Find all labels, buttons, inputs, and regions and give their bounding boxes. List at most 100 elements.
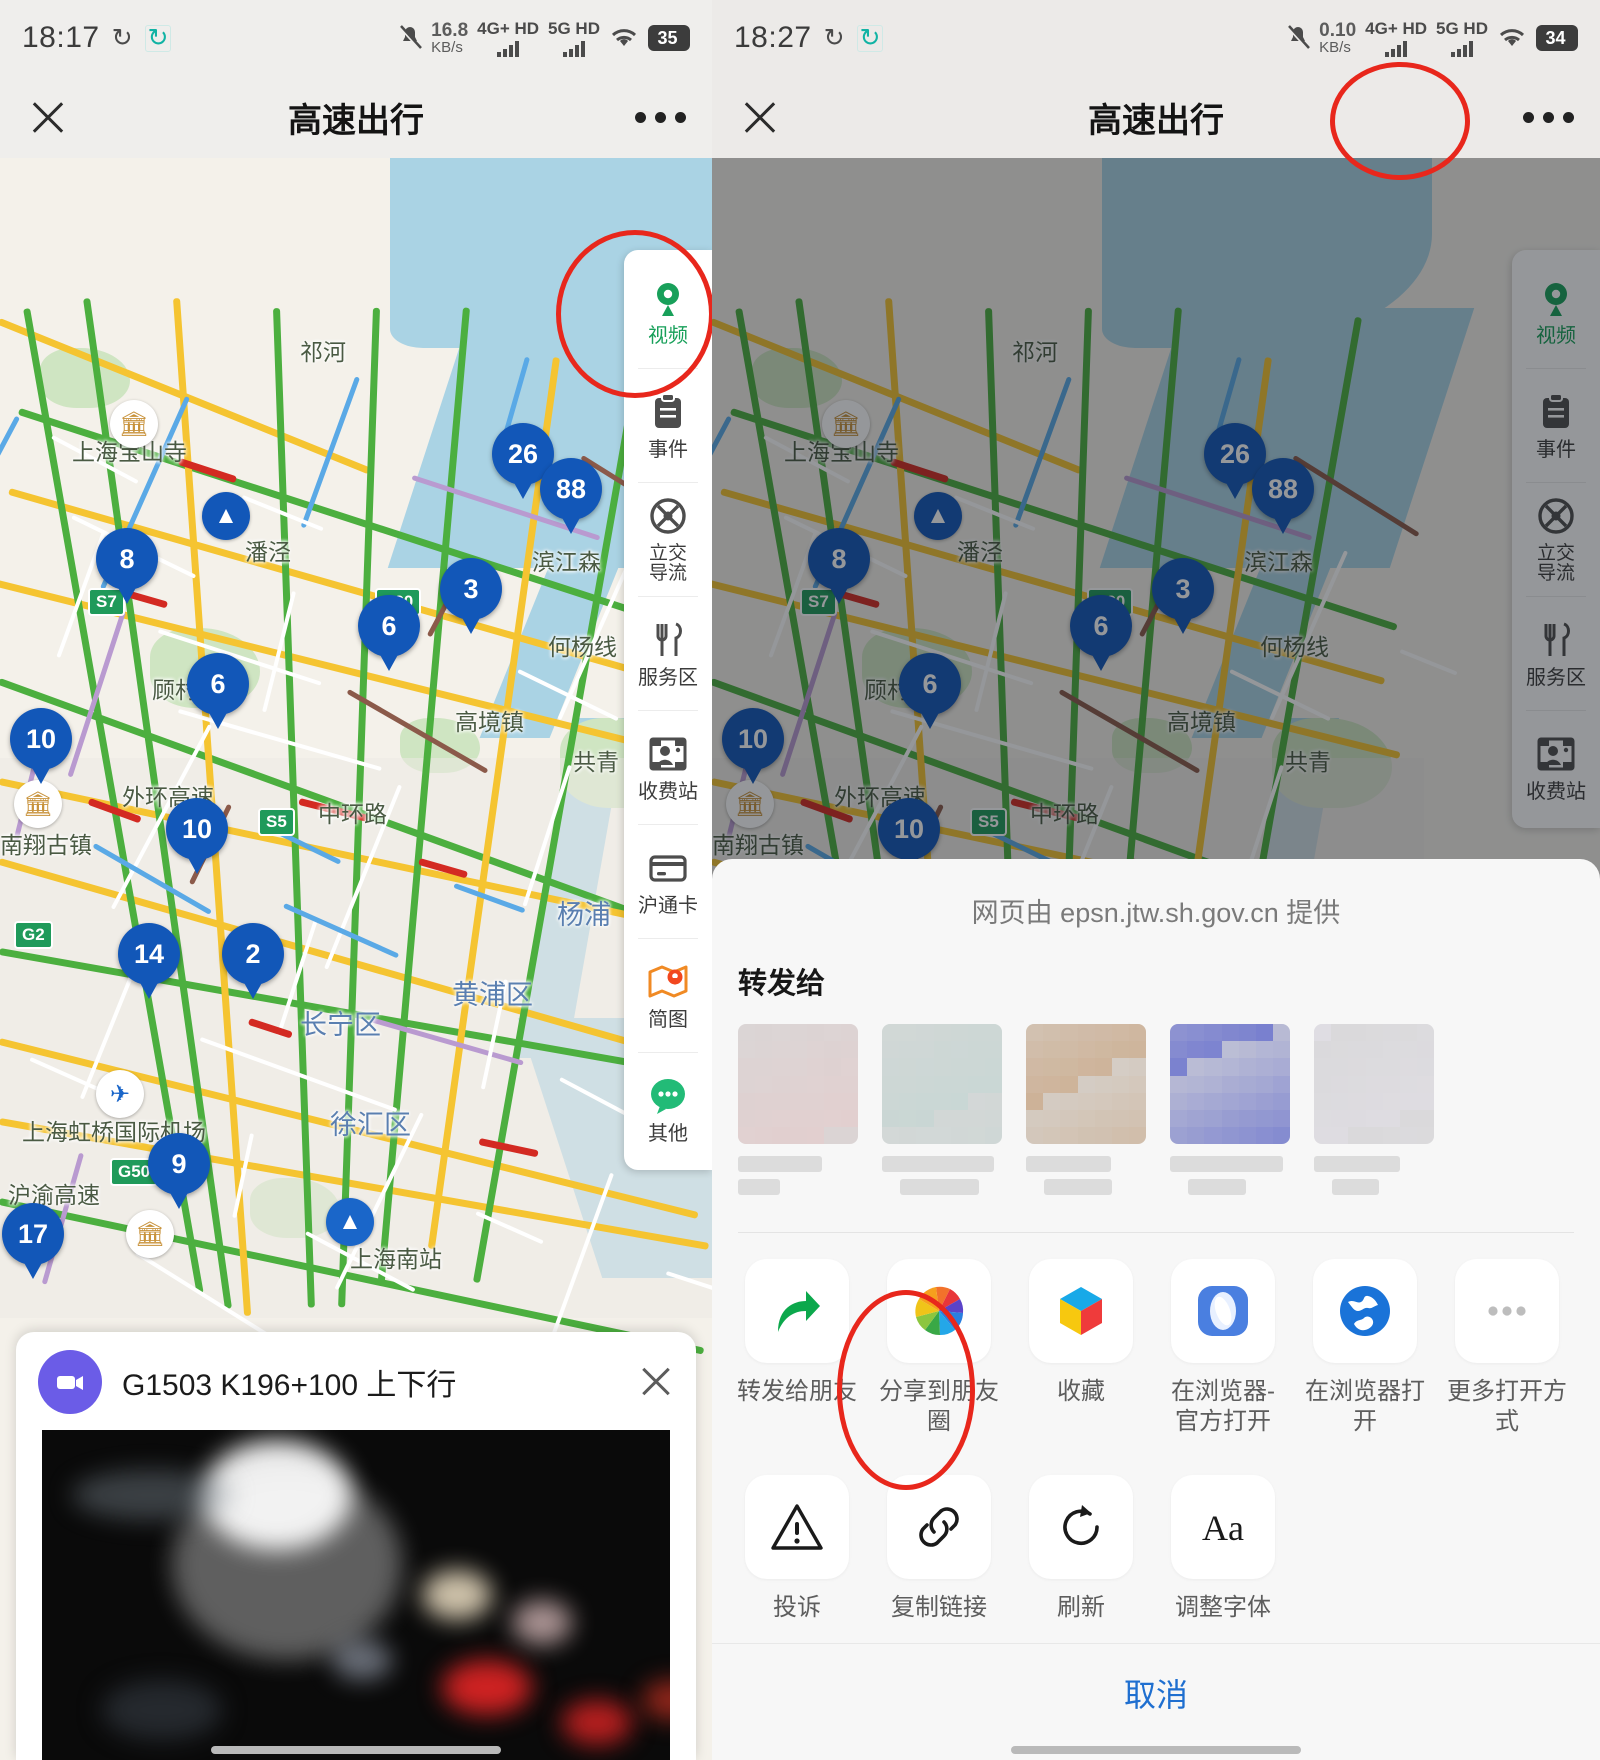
share-action-warning-triangle[interactable]: 投诉 (726, 1475, 868, 1623)
share-action-link[interactable]: 复制链接 (868, 1475, 1010, 1623)
gesture-bar (211, 1746, 501, 1754)
interchange-icon (646, 494, 690, 538)
traffic-count-pin[interactable]: 10 (10, 708, 72, 770)
more-open-icon (1455, 1259, 1559, 1363)
share-action-refresh[interactable]: 刷新 (1010, 1475, 1152, 1623)
contact-list[interactable] (712, 1016, 1600, 1210)
forward-section-title: 转发给 (738, 968, 826, 1000)
map-tool-label: 收费站 (638, 780, 698, 803)
map-label: 中环路 (318, 801, 387, 827)
dual-screenshot-stage: 18:17 ↻ ↻ 16.8 KB/s 4G+ HD 5G HD 35 高速出行… (0, 0, 1600, 1760)
share-action-forward-arrow[interactable]: 转发给朋友 (726, 1259, 868, 1437)
share-action-browser-official[interactable]: 在浏览器-官方打开 (1152, 1259, 1294, 1437)
more-dots-icon[interactable] (1523, 111, 1574, 123)
share-actions-row-1[interactable]: 转发给朋友 分享到朋友圈 收藏 在浏览器-官方打开 在浏览器打开 更多打开方式 (712, 1233, 1600, 1441)
close-icon[interactable] (638, 1364, 674, 1400)
traffic-count-pin[interactable]: 10 (166, 798, 228, 860)
map-label: 高境镇 (455, 709, 524, 735)
wifi-icon (609, 26, 639, 50)
left-map-area[interactable]: 祁河上海宝山寺潘泾滨江森何杨线顾村公园高境镇共青中环路南翔古镇外环高速杨浦长宁区… (0, 158, 712, 1760)
map-tool-label: 其他 (648, 1122, 688, 1145)
map-label: 杨浦 (557, 900, 611, 930)
sim1-label: 4G+ HD (1365, 18, 1428, 38)
more-dots-icon[interactable] (635, 111, 686, 123)
right-nav-bar: 高速出行 (712, 76, 1600, 158)
map-tool-fork-knife[interactable]: 服务区 (624, 596, 712, 710)
close-icon[interactable] (26, 95, 70, 139)
map-tool-clipboard[interactable]: 事件 (624, 368, 712, 482)
camera-card-header: G1503 K196+100 上下行 (16, 1350, 696, 1430)
map-label: 祁河 (300, 339, 346, 365)
right-map-area: 祁河上海宝山寺潘泾滨江森何杨线顾村公园高境镇共青中环路南翔古镇外环高速杨浦长宁区… (712, 158, 1600, 1760)
map-tool-label: 事件 (648, 438, 688, 461)
share-action-label: 更多打开方式 (1447, 1378, 1567, 1435)
poi-temple-icon: 🏛 (110, 400, 158, 448)
map-tool-interchange[interactable]: 立交 导流 (624, 482, 712, 596)
rotate-icon: ↻ (823, 24, 845, 52)
share-action-browser-globe[interactable]: 在浏览器打开 (1294, 1259, 1436, 1437)
map-tool-video-camera[interactable]: 视频 (624, 254, 712, 368)
map-label: 潘泾 (245, 539, 291, 565)
map-tool-label: 沪通卡 (638, 894, 698, 917)
network-rate-value: 0.10 (1319, 20, 1357, 41)
moments-shutter-icon (887, 1259, 991, 1363)
map-tool-card[interactable]: 沪通卡 (624, 824, 712, 938)
traffic-count-pin[interactable]: 17 (2, 1203, 64, 1265)
left-nav-bar: 高速出行 (0, 76, 712, 158)
share-action-moments-shutter[interactable]: 分享到朋友圈 (868, 1259, 1010, 1437)
map-tool-more-bubble[interactable]: 其他 (624, 1052, 712, 1166)
sim1-signal: 4G+ HD (1365, 20, 1427, 57)
sync-icon: ↻ (144, 24, 172, 52)
contact-item[interactable] (1026, 1024, 1146, 1200)
map-tool-panel[interactable]: 视频 事件 立交 导流 服务区 收费站 沪通卡 简图 其他 (624, 250, 712, 1170)
road-shield: S5 (258, 808, 295, 836)
network-rate-unit: KB/s (431, 39, 463, 56)
left-status-bar: 18:17 ↻ ↻ 16.8 KB/s 4G+ HD 5G HD 35 (0, 0, 712, 76)
traffic-count-pin[interactable]: 14 (118, 923, 180, 985)
road-shield: G2 (14, 921, 53, 949)
status-right-cluster: 0.10 KB/s 4G+ HD 5G HD 34 (1286, 20, 1578, 57)
browser-official-icon (1171, 1259, 1275, 1363)
status-time: 18:27 (734, 21, 812, 54)
map-label: 滨江森 (532, 549, 601, 575)
cancel-button[interactable]: 取消 (712, 1643, 1600, 1760)
traffic-count-pin[interactable]: 8 (96, 528, 158, 590)
sim1-bars (1385, 40, 1408, 57)
traffic-count-pin[interactable]: 6 (187, 653, 249, 715)
wechat-share-sheet[interactable]: 网页由 epsn.jtw.sh.gov.cn 提供 转发给 转发给朋友 分享到朋… (712, 859, 1600, 1760)
contact-item[interactable] (882, 1024, 1002, 1200)
share-action-more-open[interactable]: 更多打开方式 (1436, 1259, 1578, 1437)
map-tool-map-pin[interactable]: 简图 (624, 938, 712, 1052)
gesture-bar (1011, 1746, 1301, 1754)
contact-name (1026, 1156, 1146, 1200)
avatar (1170, 1024, 1290, 1144)
avatar (738, 1024, 858, 1144)
share-action-favorites-cube[interactable]: 收藏 (1010, 1259, 1152, 1437)
more-bubble-icon (646, 1074, 690, 1118)
traffic-count-pin[interactable]: 9 (148, 1133, 210, 1195)
traffic-count-pin[interactable]: 88 (540, 458, 602, 520)
camera-detail-card[interactable]: G1503 K196+100 上下行 (16, 1332, 696, 1760)
share-actions-row-2[interactable]: 投诉 复制链接 刷新 Aa 调整字体 (712, 1441, 1600, 1627)
contact-name (738, 1156, 858, 1200)
left-phone-screenshot: 18:17 ↻ ↻ 16.8 KB/s 4G+ HD 5G HD 35 高速出行… (0, 0, 712, 1760)
share-action-font-size[interactable]: Aa 调整字体 (1152, 1475, 1294, 1623)
traffic-count-pin[interactable]: 6 (358, 595, 420, 657)
poi-temple-icon: 🏛 (126, 1210, 174, 1258)
camera-video-feed[interactable] (42, 1430, 670, 1760)
sim2-signal: 5G HD (548, 20, 600, 57)
map-tool-label: 立交 导流 (648, 543, 687, 584)
contact-item[interactable] (1170, 1024, 1290, 1200)
warning-triangle-icon (745, 1475, 849, 1579)
font-size-icon: Aa (1171, 1475, 1275, 1579)
contact-item[interactable] (738, 1024, 858, 1200)
network-rate: 0.10 KB/s (1319, 21, 1356, 55)
close-icon[interactable] (738, 95, 782, 139)
sim2-bars (563, 40, 586, 57)
traffic-count-pin[interactable]: 3 (440, 558, 502, 620)
map-tool-toll-booth[interactable]: 收费站 (624, 710, 712, 824)
traffic-count-pin[interactable]: 2 (222, 923, 284, 985)
rotate-icon: ↻ (111, 24, 133, 52)
contact-item[interactable] (1314, 1024, 1434, 1200)
bell-muted-icon (1286, 25, 1311, 51)
